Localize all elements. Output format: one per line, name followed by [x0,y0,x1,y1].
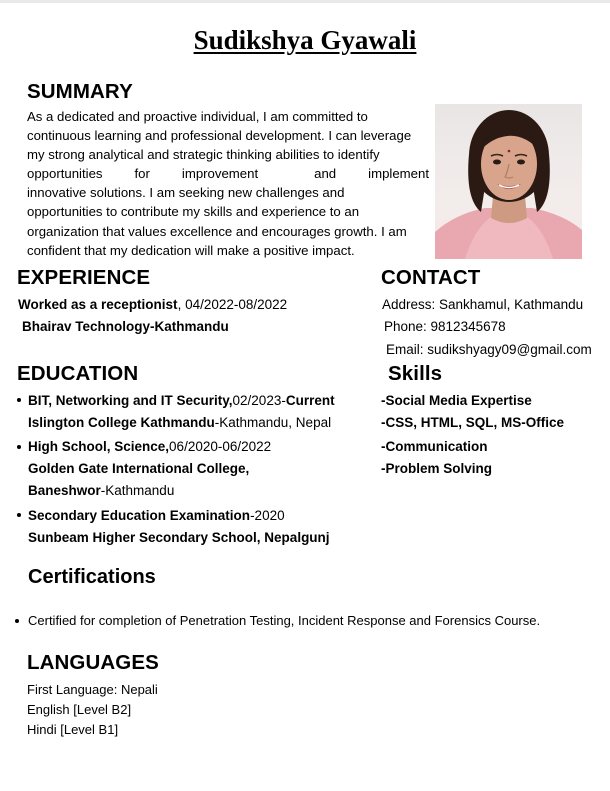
contact-email: Email: sudikshyagy09@gmail.com [386,342,592,357]
education-degree: BIT, Networking and IT Security, [28,393,233,408]
education-item-3-line1: Secondary Education Examination-2020 [28,505,285,526]
bullet-icon [17,398,21,402]
summary-line: opportunities to contribute my skills an… [27,204,360,220]
language-item: Hindi [Level B1] [27,722,119,737]
summary-heading: SUMMARY [27,80,133,103]
language-item: English [Level B2] [27,702,132,717]
education-heading: EDUCATION [17,362,139,385]
skills-heading: Skills [388,362,443,385]
education-degree: High School, Science, [28,439,170,454]
education-item-1-line2: Islington College Kathmandu-Kathmandu, N… [28,412,331,433]
education-item-1-line1: BIT, Networking and IT Security,02/2023-… [28,390,335,411]
education-item-2-line3: Baneshwor-Kathmandu [28,480,174,501]
summary-line: my strong analytical and strategic think… [27,147,380,163]
education-school-area: Baneshwor [28,483,101,498]
skill-item: -CSS, HTML, SQL, MS-Office [381,415,565,430]
profile-photo-illustration [435,110,582,259]
languages-heading: LANGUAGES [27,651,159,674]
summary-word: and [314,166,337,182]
education-school: Islington College Kathmandu [28,415,215,430]
education-dates: 06/2020-06/2022 [169,439,272,454]
summary-line: continuous learning and professional dev… [27,128,412,144]
summary-line: As a dedicated and proactive individual,… [27,109,368,124]
bullet-icon [17,513,21,517]
experience-role: Worked as a receptionist [18,297,178,312]
summary-line: confident that my dedication will make a… [27,242,355,258]
education-dates: 02/2023- [232,393,286,408]
summary-word: for [134,166,150,182]
page-top-border [0,0,610,3]
skill-item: -Communication [381,439,488,454]
profile-photo [435,104,582,259]
summary-line: organization that values excellence and … [27,223,407,239]
language-item: First Language: Nepali [27,682,158,697]
bullet-icon [17,445,21,449]
education-location: -Kathmandu, Nepal [214,415,332,430]
skill-item: -Problem Solving [381,461,493,476]
education-dates: -2020 [250,508,285,523]
candidate-name: Sudikshya Gyawali [193,25,417,55]
summary-word: opportunities [27,166,103,182]
education-school: Sunbeam Higher Secondary School, Nepalgu… [28,530,330,545]
education-item-2-line1: High School, Science,06/2020-06/2022 [28,436,271,457]
experience-heading: EXPERIENCE [17,266,151,289]
contact-phone: Phone: 9812345678 [384,319,506,334]
summary-line: innovative solutions. I am seeking new c… [27,185,345,201]
experience-company: Bhairav Technology-Kathmandu [22,319,229,334]
education-school: Golden Gate International College, [28,461,250,476]
summary-word: implement [368,166,429,182]
education-degree: Secondary Education Examination [28,508,251,523]
certifications-heading: Certifications [28,566,156,588]
experience-role-line: Worked as a receptionist, 04/2022-08/202… [18,294,287,315]
education-status: Current [285,393,335,408]
bullet-icon [15,619,19,623]
summary-paragraph: As a dedicated and proactive individual,… [27,107,429,260]
certification-item: Certified for completion of Penetration … [28,613,541,628]
contact-address: Address: Sankhamul, Kathmandu [382,297,584,312]
education-location: -Kathmandu [100,483,175,498]
summary-word: improvement [181,166,259,182]
contact-heading: CONTACT [381,266,481,289]
languages-list: First Language: Nepali English [Level B2… [27,680,158,740]
skill-item: -Social Media Expertise [381,393,532,408]
experience-dates: , 04/2022-08/2022 [177,297,288,312]
summary-line-justified: opportunities for improvement and implem… [27,164,429,183]
